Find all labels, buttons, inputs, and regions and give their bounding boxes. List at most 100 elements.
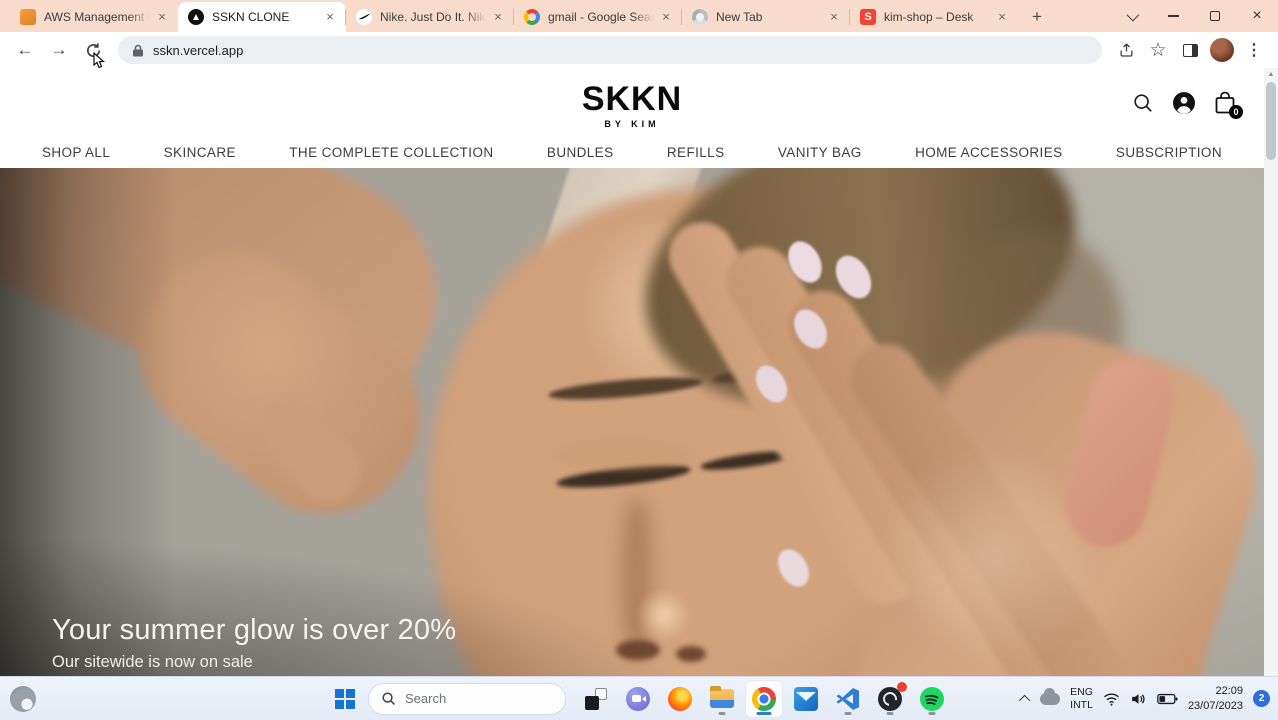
browser-menu-icon[interactable]: ⋮ bbox=[1240, 36, 1268, 64]
back-button[interactable]: ← bbox=[11, 36, 39, 64]
bookmark-star-icon[interactable]: ☆ bbox=[1144, 36, 1172, 64]
nav-complete-collection[interactable]: THE COMPLETE COLLECTION bbox=[289, 145, 493, 160]
tray-date: 23/07/2023 bbox=[1187, 699, 1243, 712]
tab-title: SSKN CLONE bbox=[212, 10, 290, 24]
tab-gmail-search[interactable]: gmail - Google Search × bbox=[513, 2, 682, 32]
clock[interactable]: 22:09 23/07/2023 bbox=[1188, 684, 1243, 713]
hero-title: Your summer glow is over 20% bbox=[52, 614, 457, 646]
address-bar[interactable]: sskn.vercel.app bbox=[118, 36, 1102, 64]
tab-close-icon[interactable]: × bbox=[322, 9, 338, 25]
tab-close-icon[interactable]: × bbox=[658, 9, 674, 25]
tab-close-icon[interactable]: × bbox=[154, 9, 170, 25]
browser-tab-bar: AWS Management Co × SSKN CLONE × Nike. J… bbox=[0, 0, 1278, 32]
site-logo[interactable]: SKKN BY KIM bbox=[0, 82, 1264, 129]
new-tab-button[interactable]: + bbox=[1024, 4, 1050, 30]
taskbar-center: Search bbox=[328, 680, 950, 717]
taskbar-search[interactable]: Search bbox=[368, 682, 566, 715]
tab-title: Nike. Just Do It. Nike bbox=[380, 10, 486, 24]
chrome-icon bbox=[692, 9, 708, 25]
tab-nike[interactable]: Nike. Just Do It. Nike × bbox=[345, 2, 514, 32]
search-icon[interactable] bbox=[1130, 90, 1156, 116]
tab-close-icon[interactable]: × bbox=[826, 9, 842, 25]
tab-aws-management[interactable]: AWS Management Co × bbox=[10, 2, 178, 32]
tab-new-tab[interactable]: New Tab × bbox=[681, 2, 850, 32]
volume-icon[interactable] bbox=[1130, 692, 1147, 706]
nav-subscription[interactable]: SUBSCRIPTION bbox=[1116, 145, 1222, 160]
onedrive-icon[interactable] bbox=[1040, 687, 1061, 705]
search-icon bbox=[382, 692, 395, 705]
profile-avatar[interactable] bbox=[1208, 36, 1236, 64]
cart-bag-icon[interactable]: 0 bbox=[1212, 90, 1243, 119]
hero-copy: Your summer glow is over 20% Our sitewid… bbox=[52, 614, 456, 672]
share-icon[interactable] bbox=[1112, 36, 1140, 64]
browser-toolbar: ← → sskn.vercel.app ☆ ⋮ bbox=[0, 32, 1278, 69]
file-explorer-icon[interactable] bbox=[704, 681, 740, 717]
maximize-button[interactable] bbox=[1194, 0, 1236, 32]
firefox-icon[interactable] bbox=[662, 681, 698, 717]
toolbar-right: ☆ ⋮ bbox=[1110, 36, 1270, 64]
nav-skincare[interactable]: SKINCARE bbox=[164, 145, 236, 160]
notification-count-badge[interactable]: 2 bbox=[1253, 690, 1270, 707]
start-button[interactable] bbox=[328, 682, 362, 716]
page-content: SKKN BY KIM 0 SHOP ALL SKINCARE THE COMP… bbox=[0, 68, 1264, 720]
cart-count-badge: 0 bbox=[1229, 105, 1243, 119]
chat-app-icon[interactable] bbox=[620, 681, 656, 717]
side-panel-icon[interactable] bbox=[1176, 36, 1204, 64]
chrome-app-icon[interactable] bbox=[746, 680, 782, 717]
scrollbar-thumb[interactable] bbox=[1266, 82, 1276, 160]
lang-line1: ENG bbox=[1070, 686, 1093, 699]
hero-image: Your summer glow is over 20% Our sitewid… bbox=[0, 168, 1264, 720]
system-tray: ENG INTL 22:09 23/07/2023 2 bbox=[1019, 677, 1270, 720]
desktop: AWS Management Co × SSKN CLONE × Nike. J… bbox=[0, 0, 1278, 720]
reload-button[interactable] bbox=[79, 36, 107, 69]
vercel-icon bbox=[188, 9, 204, 25]
forward-button[interactable]: → bbox=[45, 36, 73, 64]
search-label: Search bbox=[405, 691, 447, 706]
tab-title: AWS Management Co bbox=[44, 10, 150, 24]
nav-vanity-bag[interactable]: VANITY BAG bbox=[778, 145, 862, 160]
tab-sskn-clone[interactable]: SSKN CLONE × bbox=[178, 2, 346, 32]
nav-bundles[interactable]: BUNDLES bbox=[547, 145, 614, 160]
tray-time: 22:09 bbox=[1215, 685, 1243, 698]
windows-taskbar: Search ENG INTL 22:09 23/07/2023 2 bbox=[0, 676, 1278, 720]
url-text: sskn.vercel.app bbox=[153, 42, 244, 58]
mail-app-icon[interactable] bbox=[788, 681, 824, 717]
page-scrollbar[interactable]: ▲ bbox=[1264, 68, 1278, 720]
nav-home-accessories[interactable]: HOME ACCESSORIES bbox=[915, 145, 1062, 160]
close-window-button[interactable]: × bbox=[1236, 0, 1278, 32]
taskbar-corner-icon[interactable] bbox=[10, 685, 36, 712]
sanity-icon: S bbox=[860, 9, 876, 25]
wifi-icon[interactable] bbox=[1103, 692, 1120, 706]
scrollbar-up-icon[interactable]: ▲ bbox=[1264, 68, 1278, 82]
account-icon[interactable] bbox=[1171, 90, 1197, 116]
tab-title: New Tab bbox=[716, 10, 763, 24]
obs-icon[interactable] bbox=[872, 681, 908, 717]
hidden-icons-chevron[interactable] bbox=[1019, 694, 1031, 706]
tab-title: gmail - Google Search bbox=[548, 10, 654, 24]
vscode-icon[interactable] bbox=[830, 681, 866, 717]
spotify-icon[interactable] bbox=[914, 681, 950, 717]
obs-notification-dot bbox=[897, 681, 907, 692]
mouse-cursor bbox=[93, 52, 105, 69]
task-view-button[interactable] bbox=[578, 681, 614, 717]
hero-subtitle: Our sitewide is now on sale bbox=[52, 653, 253, 671]
tab-close-icon[interactable]: × bbox=[490, 9, 506, 25]
google-icon bbox=[524, 9, 540, 25]
header-icons: 0 bbox=[1130, 90, 1243, 119]
window-controls: × bbox=[1110, 0, 1278, 32]
tab-close-icon[interactable]: × bbox=[994, 9, 1010, 25]
nav-shop-all[interactable]: SHOP ALL bbox=[42, 145, 110, 160]
language-indicator[interactable]: ENG INTL bbox=[1070, 686, 1093, 710]
nav-refills[interactable]: REFILLS bbox=[667, 145, 725, 160]
minimize-button[interactable] bbox=[1152, 0, 1194, 32]
lock-icon bbox=[133, 44, 143, 56]
battery-icon[interactable] bbox=[1157, 693, 1178, 705]
logo-text: SKKN bbox=[581, 79, 683, 119]
tab-search-chevron-icon[interactable] bbox=[1110, 0, 1152, 32]
tab-kim-shop[interactable]: S kim-shop – Desk × bbox=[849, 2, 1018, 32]
main-navigation: SHOP ALL SKINCARE THE COMPLETE COLLECTIO… bbox=[0, 134, 1264, 170]
logo-subtext: BY KIM bbox=[604, 119, 660, 129]
lang-line2: INTL bbox=[1070, 698, 1093, 711]
aws-icon bbox=[20, 9, 36, 25]
tab-title: kim-shop – Desk bbox=[884, 10, 974, 24]
